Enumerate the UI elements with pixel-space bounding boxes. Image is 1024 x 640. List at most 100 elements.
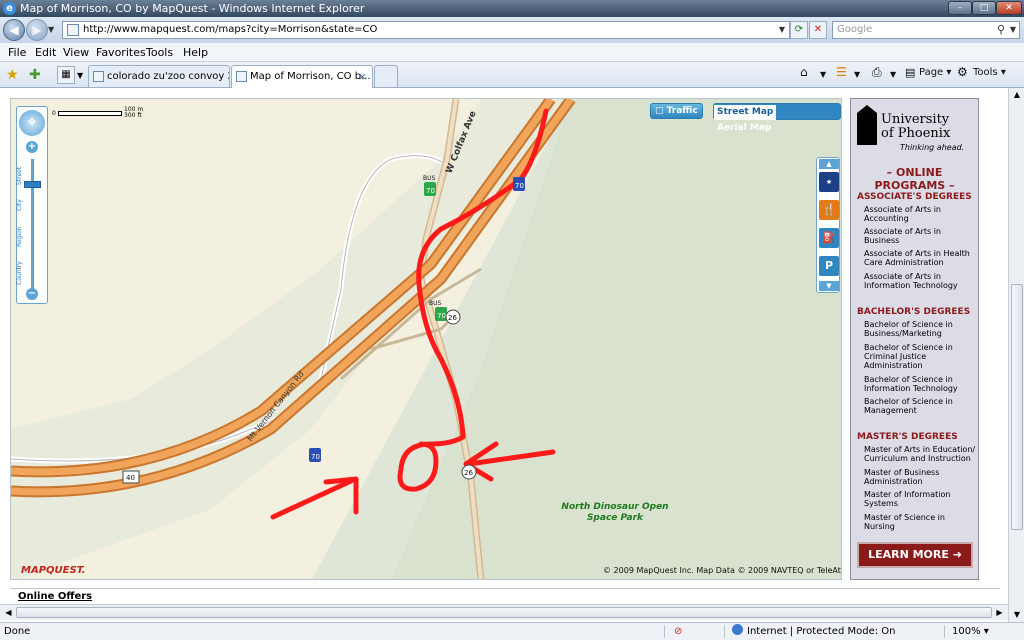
security-zone[interactable]: Internet | Protected Mode: On	[732, 623, 895, 640]
zoom-level[interactable]: 100% ▾	[952, 623, 989, 640]
scroll-left-icon[interactable]: ◀	[2, 606, 15, 619]
scroll-right-icon[interactable]: ▶	[993, 606, 1006, 619]
zoom-out-button[interactable]: −	[26, 288, 38, 300]
zoom-level-country: Country	[16, 261, 23, 285]
back-button[interactable]: ◀	[3, 19, 25, 41]
aerial-map-button[interactable]: Aerial Map	[714, 121, 774, 136]
print-dropdown-icon[interactable]: ▼	[890, 70, 896, 79]
scroll-up-icon[interactable]: ▲	[1010, 88, 1024, 102]
search-input[interactable]: Google ⚲ ▼	[832, 21, 1020, 39]
vertical-scrollbar[interactable]: ▲ ▼	[1008, 88, 1024, 622]
restaurant-poi-icon[interactable]: 🍴	[819, 200, 839, 220]
ad-brand-line2: of Phoenix	[881, 126, 951, 141]
new-tab-button[interactable]	[374, 65, 398, 87]
ad-headline: – ONLINE PROGRAMS –	[874, 166, 955, 192]
poi-toolbar: ▲ ★ 🍴 ⛽ P ▼	[816, 157, 840, 293]
address-bar[interactable]: http://www.mapquest.com/maps?city=Morris…	[62, 21, 790, 39]
page-content: 70 BUS 70 70 70 BUS 26 26 40 W Colfax Av…	[0, 88, 1008, 622]
quick-tabs-icon[interactable]: ▦	[57, 66, 75, 84]
learn-more-button[interactable]: LEARN MORE ➜	[857, 542, 973, 568]
ad-program-link[interactable]: Master of Information Systems	[864, 490, 978, 508]
ad-program-link[interactable]: Bachelor of Science in Management	[864, 397, 978, 415]
ad-logo: University of Phoenix Thinking ahead.	[857, 103, 973, 155]
gas-station-poi-icon[interactable]: ⛽	[819, 228, 839, 248]
page-menu[interactable]: Page ▾	[919, 67, 951, 78]
scale-feet: 300 ft	[124, 112, 142, 119]
favorites-star-icon[interactable]: ★	[6, 67, 19, 83]
scroll-down-icon[interactable]: ▼	[1010, 608, 1024, 622]
feeds-dropdown-icon[interactable]: ▼	[854, 70, 860, 79]
menu-help[interactable]: Help	[183, 46, 208, 59]
search-icon[interactable]: ⚲	[997, 22, 1005, 38]
address-url: http://www.mapquest.com/maps?city=Morris…	[83, 24, 378, 35]
menu-edit[interactable]: Edit	[35, 46, 56, 59]
ad-program-link[interactable]: Associate of Arts in Accounting	[864, 205, 978, 223]
tools-menu[interactable]: Tools ▾	[973, 67, 1006, 78]
university-ad[interactable]: University of Phoenix Thinking ahead. – O…	[850, 98, 979, 580]
minimize-button[interactable]: –	[948, 1, 972, 15]
search-options-icon[interactable]: ▼	[1010, 22, 1016, 38]
forward-button[interactable]: ▶	[26, 19, 48, 41]
tab-zuzoo[interactable]: colorado zu'zoo convoy 20...	[88, 65, 230, 87]
ad-program-link[interactable]: Bachelor of Science in Criminal Justice …	[864, 343, 978, 370]
zoom-control: ✥ + Street City Region Country −	[16, 106, 48, 304]
sh26-shield-label-south: 26	[464, 469, 473, 477]
map-canvas[interactable]: 70 BUS 70 70 70 BUS 26 26 40 W Colfax Av…	[11, 99, 842, 580]
menu-bar: File Edit View Favorites Tools Help	[0, 43, 1024, 62]
menu-tools[interactable]: Tools	[146, 46, 173, 59]
security-zone-text: Internet | Protected Mode: On	[747, 626, 896, 637]
traffic-button[interactable]: ▢ Traffic	[650, 103, 703, 119]
address-dropdown-icon[interactable]: ▼	[779, 22, 785, 38]
home-dropdown-icon[interactable]: ▼	[820, 70, 826, 79]
zoom-slider-track[interactable]	[31, 159, 34, 289]
menu-view[interactable]: View	[63, 46, 89, 59]
recent-pages-dropdown-icon[interactable]: ▼	[48, 25, 54, 34]
i70-shield-label-north: 70	[515, 182, 524, 190]
park-label-line2: Space Park	[587, 513, 644, 523]
horizontal-scroll-thumb[interactable]	[16, 607, 992, 618]
ad-bachelor-heading: BACHELOR'S DEGREES	[857, 307, 971, 317]
hotel-poi-icon[interactable]: ★	[819, 172, 839, 192]
menu-file[interactable]: File	[8, 46, 26, 59]
pan-control-icon[interactable]: ✥	[19, 110, 45, 136]
ad-program-link[interactable]: Master of Science in Nursing	[864, 513, 978, 531]
zoom-slider-thumb[interactable]	[24, 181, 41, 188]
map-view[interactable]: 70 BUS 70 70 70 BUS 26 26 40 W Colfax Av…	[10, 98, 842, 580]
home-icon[interactable]: ⌂	[800, 65, 808, 79]
ad-program-link[interactable]: Associate of Arts in Health Care Adminis…	[864, 249, 978, 267]
traffic-label: Traffic	[666, 106, 698, 116]
bus70-shield-label-south: 70	[437, 312, 446, 320]
horizontal-scrollbar[interactable]: ◀ ▶	[0, 604, 1008, 620]
ad-program-link[interactable]: Associate of Arts in Information Technol…	[864, 272, 978, 290]
bus70-shield-label: 70	[426, 187, 435, 195]
street-map-button[interactable]: Street Map	[714, 105, 777, 120]
online-offers-link[interactable]: Online Offers	[18, 591, 92, 602]
print-icon[interactable]: ⎙	[872, 65, 882, 80]
tab-list-dropdown-icon[interactable]: ▼	[77, 71, 83, 80]
us40-shield-label: 40	[126, 474, 135, 482]
page-icon	[67, 24, 79, 36]
refresh-icon[interactable]: ⟳	[790, 21, 808, 39]
feeds-icon[interactable]: ☰	[836, 65, 847, 79]
park-label-line1: North Dinosaur Open	[561, 502, 668, 512]
maximize-button[interactable]: □	[972, 1, 996, 15]
zoom-in-button[interactable]: +	[26, 141, 38, 153]
address-toolbar: ◀ ▶ ▼ http://www.mapquest.com/maps?city=…	[0, 17, 1024, 43]
ad-program-link[interactable]: Bachelor of Science in Business/Marketin…	[864, 320, 978, 338]
vertical-scroll-thumb[interactable]	[1011, 284, 1023, 530]
ad-program-link[interactable]: Master of Arts in Education/ Curriculum …	[864, 445, 978, 463]
poi-scroll-up-icon[interactable]: ▲	[819, 159, 839, 169]
ad-program-link[interactable]: Bachelor of Science in Information Techn…	[864, 375, 978, 393]
parking-poi-icon[interactable]: P	[819, 256, 839, 276]
poi-scroll-down-icon[interactable]: ▼	[819, 281, 839, 291]
close-tab-icon[interactable]: ×	[358, 66, 367, 87]
ad-program-link[interactable]: Associate of Arts in Business	[864, 227, 978, 245]
stop-icon[interactable]: ✕	[809, 21, 827, 39]
close-window-button[interactable]: ✕	[996, 1, 1022, 15]
mapquest-logo[interactable]: MAPQUEST.	[21, 565, 86, 576]
add-favorites-icon[interactable]: ✚	[29, 67, 41, 83]
scale-zero: 0	[52, 110, 56, 117]
ad-program-link[interactable]: Master of Business Administration	[864, 468, 978, 486]
menu-favorites[interactable]: Favorites	[96, 46, 146, 59]
tab-map-morrison[interactable]: Map of Morrison, CO b... ×	[231, 65, 373, 89]
